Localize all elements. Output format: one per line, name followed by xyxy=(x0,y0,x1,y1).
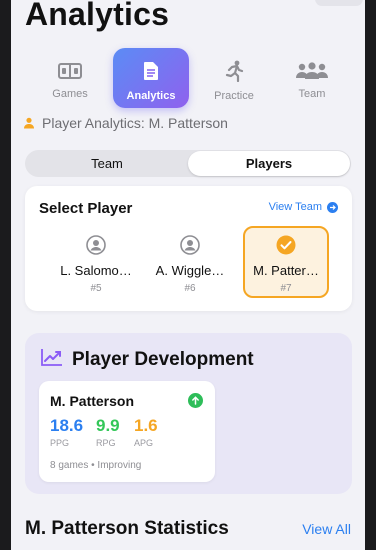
statistics-section-title: M. Patterson Statistics xyxy=(25,518,229,539)
player-name: A. Wiggle… xyxy=(155,263,225,278)
player-context-line: Player Analytics: M. Patterson xyxy=(23,115,228,131)
running-figure-icon xyxy=(224,56,244,86)
segment-players[interactable]: Players xyxy=(188,151,350,176)
view-all-link[interactable]: View All xyxy=(302,521,351,537)
tab-analytics[interactable]: Analytics xyxy=(113,48,189,108)
mode-tabs: Games Analytics Practice Team xyxy=(11,48,365,108)
player-development-title: Player Development xyxy=(72,348,254,370)
player-context-text: Player Analytics: M. Patterson xyxy=(42,115,228,131)
player-number: #6 xyxy=(184,283,196,294)
player-development-section: Player Development M. Patterson 18.6 PPG… xyxy=(25,333,352,494)
player-stat-card[interactable]: M. Patterson 18.6 PPG 9.9 RPG 1.6 APG 8 … xyxy=(39,381,215,482)
page-title: Analytics xyxy=(25,0,170,32)
trend-chart-icon xyxy=(41,348,63,371)
metric-apg: 1.6 APG xyxy=(134,416,158,448)
tab-analytics-label: Analytics xyxy=(126,90,176,102)
stat-card-player-name: M. Patterson xyxy=(50,393,135,409)
view-team-label: View Team xyxy=(268,201,322,213)
metric-value: 18.6 xyxy=(50,416,84,435)
view-segmented-control: Team Players xyxy=(25,150,351,177)
tab-games-label: Games xyxy=(52,88,88,100)
person-circle-icon xyxy=(86,234,106,256)
select-player-card: Select Player View Team L. Salomo… #5 A.… xyxy=(25,186,352,311)
view-team-link[interactable]: View Team xyxy=(269,201,338,213)
top-toolbar-button[interactable] xyxy=(315,0,363,6)
stat-card-footer: 8 games • Improving xyxy=(50,460,142,471)
player-option[interactable]: L. Salomo… #5 xyxy=(53,226,139,298)
tab-practice[interactable]: Practice xyxy=(196,48,272,108)
metric-value: 1.6 xyxy=(134,416,158,435)
app-screen: Analytics Games Analytics Practice Team … xyxy=(11,0,365,550)
metric-value: 9.9 xyxy=(96,416,120,435)
arrow-right-circle-icon xyxy=(327,201,338,213)
tab-games[interactable]: Games xyxy=(32,48,108,108)
arrow-up-circle-icon xyxy=(188,393,203,408)
player-development-header: Player Development xyxy=(41,348,254,371)
segment-team[interactable]: Team xyxy=(26,151,188,176)
people-group-icon xyxy=(295,56,329,86)
tab-practice-label: Practice xyxy=(214,90,254,102)
scoreboard-icon xyxy=(58,56,82,86)
player-option[interactable]: A. Wiggle… #6 xyxy=(147,226,233,298)
player-number: #7 xyxy=(280,283,292,294)
tab-team-label: Team xyxy=(298,88,326,100)
person-circle-icon xyxy=(180,234,200,256)
player-name: L. Salomo… xyxy=(60,263,132,278)
player-number: #5 xyxy=(90,283,102,294)
metric-rpg: 9.9 RPG xyxy=(96,416,120,448)
select-player-title: Select Player xyxy=(39,200,133,217)
player-option-selected[interactable]: M. Patter… #7 xyxy=(243,226,329,298)
metric-label: RPG xyxy=(96,438,116,448)
metric-label: PPG xyxy=(50,438,70,448)
player-name: M. Patter… xyxy=(253,263,319,278)
metric-label: APG xyxy=(134,438,154,448)
person-icon xyxy=(23,117,35,129)
tab-team[interactable]: Team xyxy=(274,48,350,108)
checkmark-circle-icon xyxy=(276,234,296,256)
document-icon xyxy=(143,56,159,86)
metric-ppg: 18.6 PPG xyxy=(50,416,83,448)
